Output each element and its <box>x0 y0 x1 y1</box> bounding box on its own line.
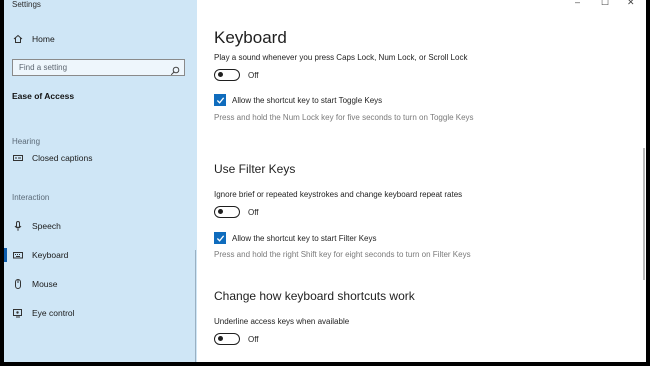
toggle-keys-switch[interactable] <box>214 69 240 81</box>
switch-knob <box>218 72 223 77</box>
search-placeholder: Find a setting <box>19 63 68 72</box>
sidebar: Settings Home Find a setting Ease of Acc… <box>4 0 197 362</box>
close-button[interactable]: ✕ <box>627 0 635 8</box>
selected-indicator <box>4 248 7 262</box>
underline-access-keys-switch[interactable] <box>214 333 240 345</box>
minimize-button[interactable]: – <box>575 0 580 7</box>
sidebar-scrollbar[interactable] <box>195 250 196 362</box>
toggle-keys-shortcut-checkbox[interactable] <box>214 94 226 106</box>
sidebar-item-speech[interactable]: Speech <box>12 219 61 233</box>
settings-window: Settings Home Find a setting Ease of Acc… <box>4 0 646 362</box>
page-title: Keyboard <box>214 28 287 47</box>
filter-keys-switch[interactable] <box>214 206 240 218</box>
group-label-hearing: Hearing <box>12 137 41 146</box>
closed-captions-icon <box>12 152 24 164</box>
keyboard-shortcuts-heading: Change how keyboard shortcuts work <box>214 289 415 303</box>
mouse-icon <box>12 278 24 290</box>
sidebar-item-label: Speech <box>32 221 61 231</box>
search-icon[interactable] <box>170 63 180 81</box>
microphone-icon <box>12 220 24 232</box>
eye-control-icon <box>12 307 24 319</box>
main-scrollbar[interactable] <box>643 148 645 280</box>
checkmark-icon <box>216 96 224 104</box>
main-content: – ☐ ✕ Keyboard Play a sound whenever you… <box>197 0 646 362</box>
filter-keys-heading: Use Filter Keys <box>214 162 296 176</box>
sidebar-item-label: Mouse <box>32 279 58 289</box>
search-input[interactable]: Find a setting <box>12 59 185 76</box>
sidebar-item-closed-captions[interactable]: Closed captions <box>12 151 92 165</box>
sidebar-item-eye-control[interactable]: Eye control <box>12 306 75 320</box>
toggle-keys-state: Off <box>248 71 259 80</box>
switch-knob <box>218 336 223 341</box>
toggle-keys-help: Press and hold the Num Lock key for five… <box>214 113 474 122</box>
category-title: Ease of Access <box>12 91 75 101</box>
checkmark-icon <box>216 234 224 242</box>
keyboard-icon <box>12 249 24 261</box>
toggle-keys-sound-text: Play a sound whenever you press Caps Loc… <box>214 53 468 62</box>
switch-knob <box>218 209 223 214</box>
home-icon <box>12 33 24 45</box>
filter-keys-state: Off <box>248 208 259 217</box>
window-title: Settings <box>12 0 41 9</box>
underline-access-keys-text: Underline access keys when available <box>214 317 350 326</box>
sidebar-item-home[interactable]: Home <box>12 32 55 46</box>
sidebar-item-mouse[interactable]: Mouse <box>12 277 58 291</box>
group-label-interaction: Interaction <box>12 193 50 202</box>
filter-keys-description: Ignore brief or repeated keystrokes and … <box>214 190 463 199</box>
filter-keys-help: Press and hold the right Shift key for e… <box>214 250 471 259</box>
filter-keys-shortcut-label: Allow the shortcut key to start Filter K… <box>232 234 377 243</box>
maximize-button[interactable]: ☐ <box>601 0 609 8</box>
sidebar-item-label: Eye control <box>32 308 75 318</box>
sidebar-item-label: Closed captions <box>32 153 93 163</box>
sidebar-item-keyboard[interactable]: Keyboard <box>12 248 68 262</box>
toggle-keys-shortcut-label: Allow the shortcut key to start Toggle K… <box>232 96 383 105</box>
sidebar-item-label: Keyboard <box>32 250 69 260</box>
sidebar-item-label: Home <box>32 34 55 44</box>
filter-keys-shortcut-checkbox[interactable] <box>214 232 226 244</box>
underline-access-keys-state: Off <box>248 335 259 344</box>
